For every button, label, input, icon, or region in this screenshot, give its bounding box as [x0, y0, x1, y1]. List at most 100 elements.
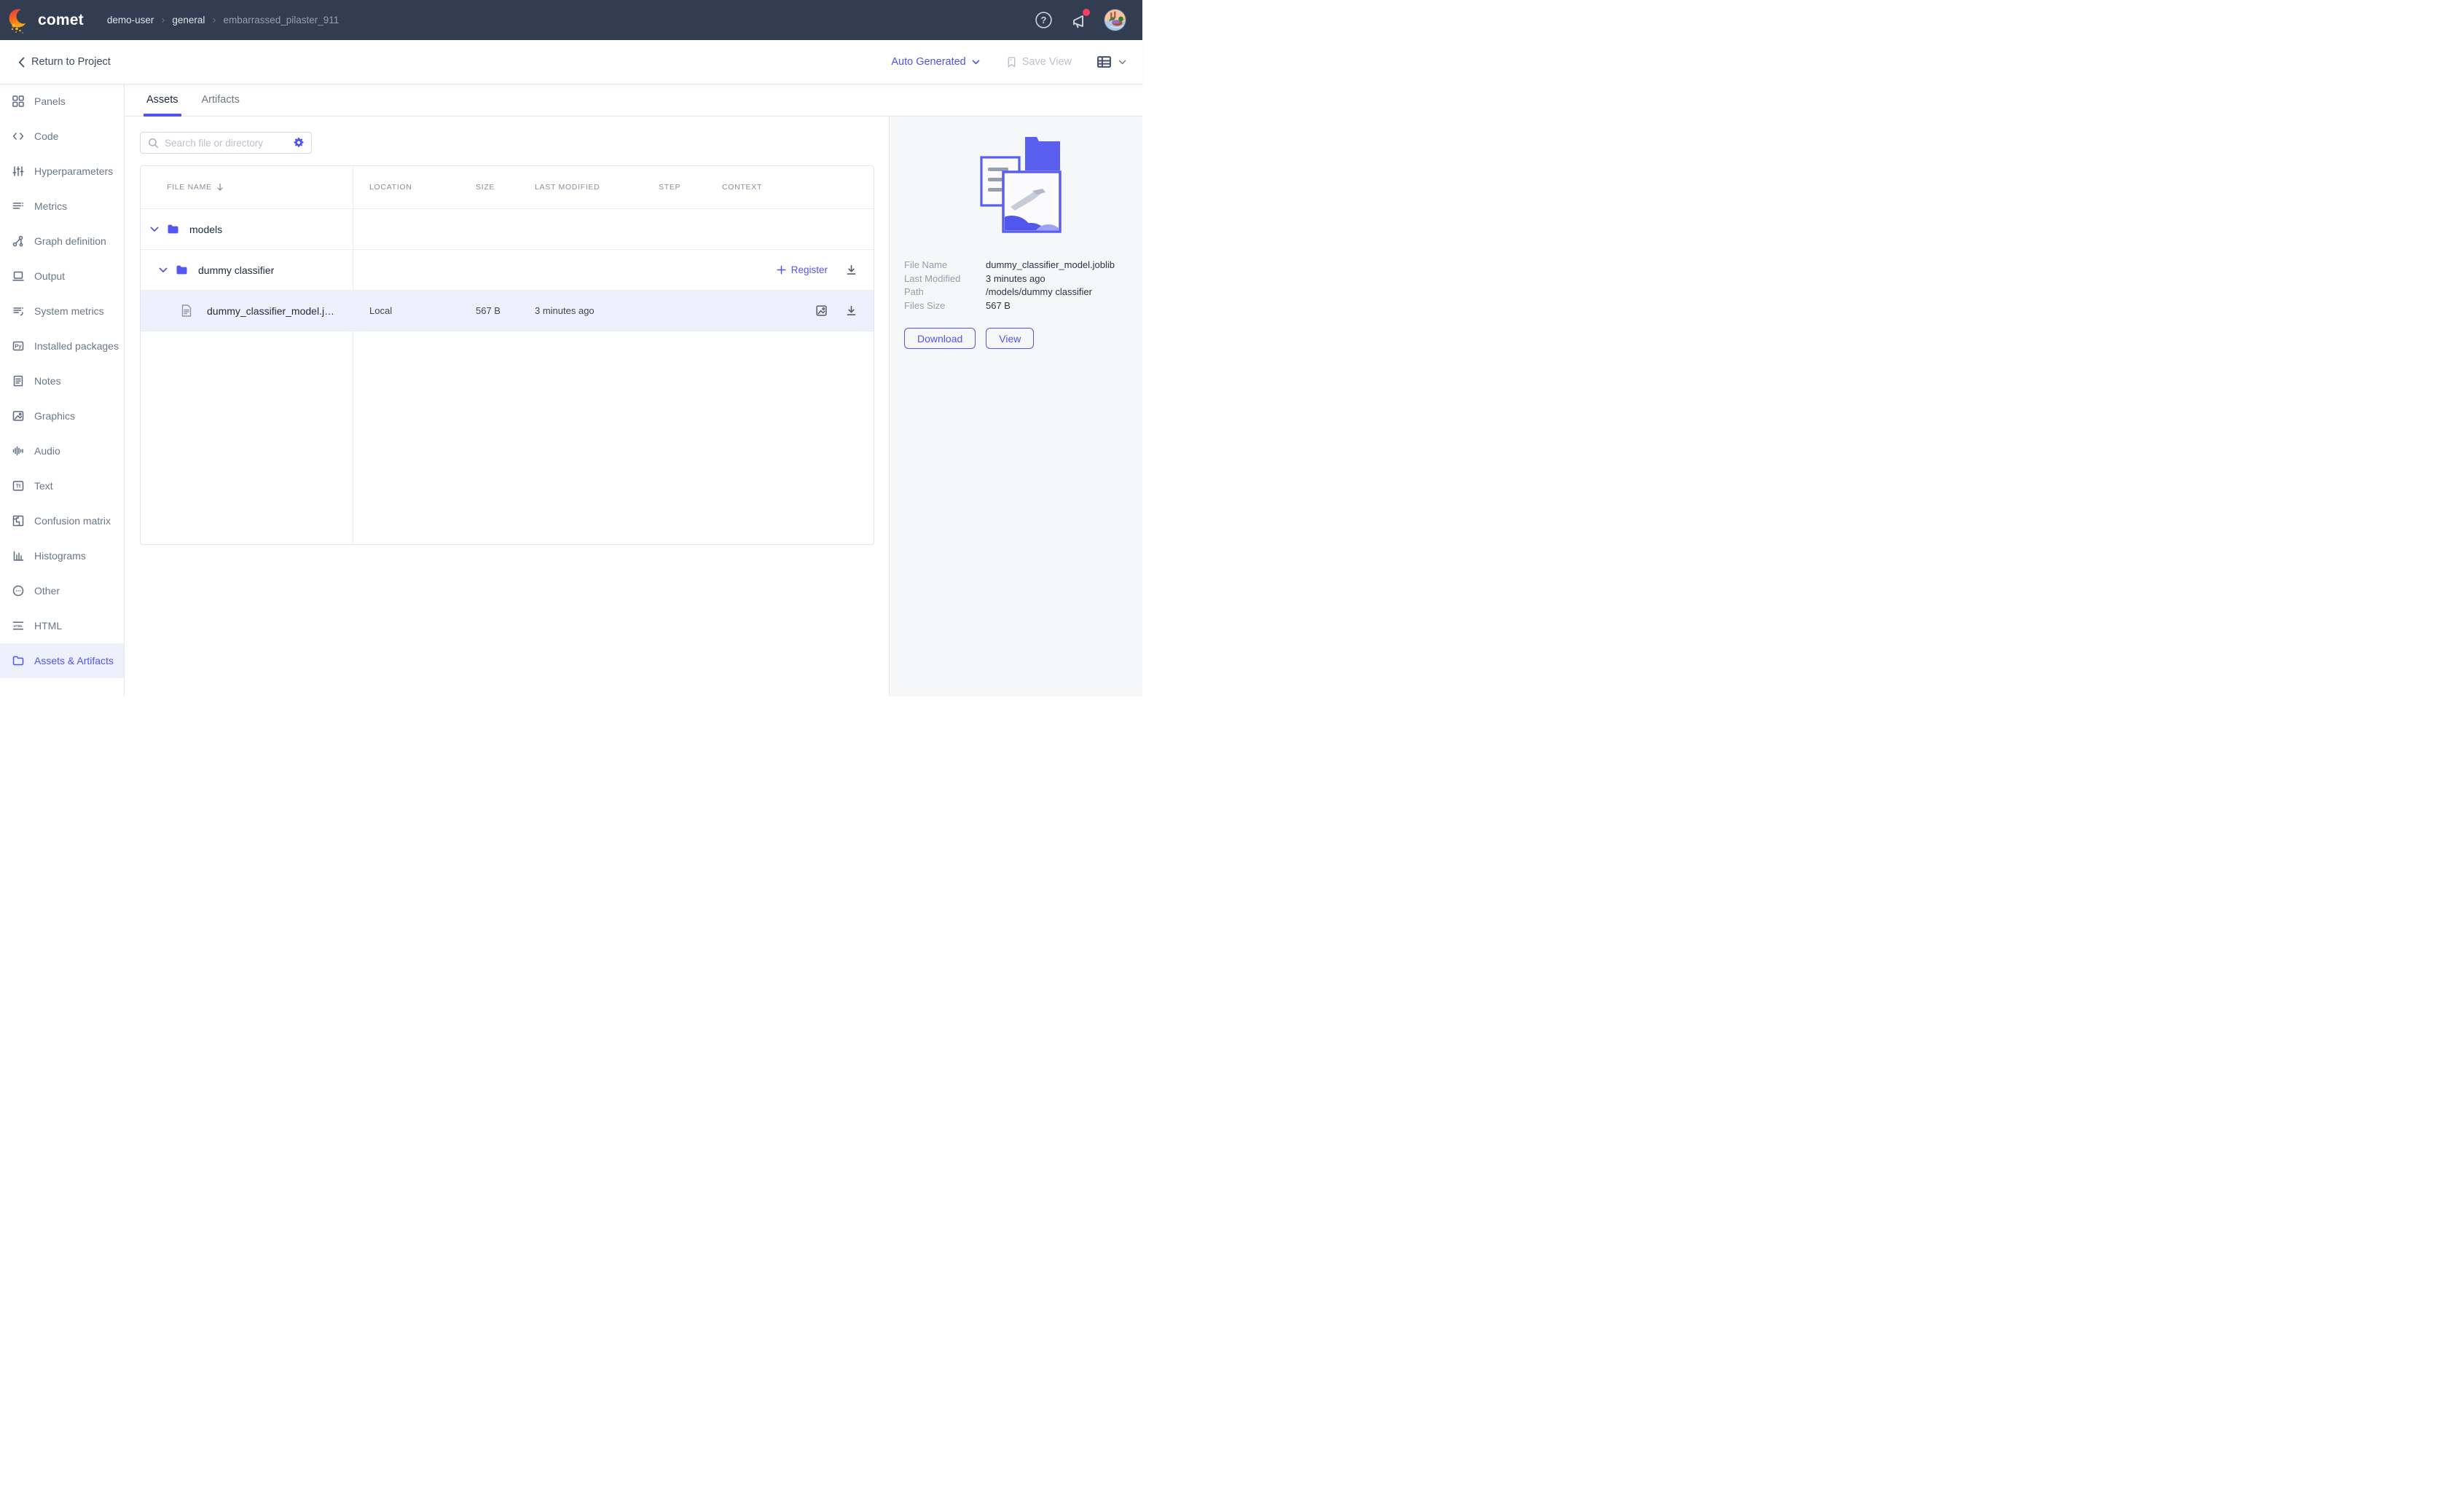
metrics-lines-icon	[12, 200, 25, 213]
file-size: 567 B	[459, 305, 518, 316]
detail-row: File Name dummy_classifier_model.joblib	[904, 260, 1132, 270]
sidebar-item-confusion-matrix[interactable]: Confusion matrix	[0, 503, 124, 538]
experiment-sidebar: Panels Code Hyperparameters Metrics Grap…	[0, 84, 125, 696]
sidebar-item-graphics[interactable]: Graphics	[0, 398, 124, 433]
sidebar-item-label: Audio	[34, 445, 60, 457]
svg-text:HTML: HTML	[14, 624, 23, 628]
secondary-toolbar: Return to Project Auto Generated Save Vi…	[0, 40, 1142, 84]
sidebar-item-label: Code	[34, 130, 58, 142]
folder-name-link[interactable]: models	[189, 224, 222, 235]
sidebar-item-assets-artifacts[interactable]: Assets & Artifacts	[0, 643, 124, 678]
note-icon	[12, 374, 25, 388]
sidebar-item-text[interactable]: Tt Text	[0, 468, 124, 503]
detail-value: dummy_classifier_model.joblib	[986, 260, 1115, 270]
sidebar-item-label: Graphics	[34, 410, 75, 422]
announcements-button[interactable]	[1069, 11, 1088, 30]
file-details-list: File Name dummy_classifier_model.joblib …	[904, 260, 1132, 314]
sidebar-item-system-metrics[interactable]: System metrics	[0, 294, 124, 329]
sidebar-item-graph-definition[interactable]: Graph definition	[0, 224, 124, 259]
system-metrics-icon	[12, 304, 25, 318]
breadcrumb-project[interactable]: general	[172, 15, 205, 25]
table-layout-selector[interactable]	[1096, 55, 1126, 68]
illustration-folder	[1025, 137, 1060, 170]
detail-label: File Name	[904, 260, 986, 270]
python-package-icon: Py	[12, 339, 25, 353]
svg-text:Tt: Tt	[16, 484, 21, 489]
sidebar-item-label: System metrics	[34, 305, 104, 317]
comet-flame-icon	[7, 6, 34, 35]
folder-name-link[interactable]: dummy classifier	[198, 264, 274, 276]
sidebar-item-html[interactable]: HTML HTML	[0, 608, 124, 643]
sidebar-item-audio[interactable]: Audio	[0, 433, 124, 468]
sidebar-item-code[interactable]: Code	[0, 119, 124, 154]
bookmark-icon	[1006, 56, 1017, 68]
user-avatar[interactable]	[1104, 9, 1126, 31]
plus-icon	[777, 265, 786, 275]
comet-logo[interactable]: comet	[7, 6, 84, 35]
back-chevron-icon	[18, 57, 25, 68]
register-model-button[interactable]: Register	[777, 264, 828, 275]
sidebar-item-panels[interactable]: Panels	[0, 84, 124, 119]
ellipsis-circle-icon	[12, 584, 25, 597]
sidebar-item-notes[interactable]: Notes	[0, 363, 124, 398]
sidebar-item-label: Panels	[34, 95, 66, 107]
sidebar-item-label: Text	[34, 480, 53, 492]
confusion-matrix-icon	[12, 514, 25, 527]
search-settings-button[interactable]	[293, 137, 305, 149]
notification-dot	[1083, 9, 1090, 16]
chevron-down-icon	[1118, 60, 1126, 65]
tabs-bar: Assets Artifacts	[125, 84, 1142, 117]
sidebar-item-metrics[interactable]: Metrics	[0, 189, 124, 224]
sidebar-item-other[interactable]: Other	[0, 573, 124, 608]
collapse-chevron-icon[interactable]	[159, 267, 168, 273]
image-icon	[12, 409, 25, 422]
help-button[interactable]: ?	[1034, 11, 1053, 30]
file-name-link[interactable]: dummy_classifier_model.j…	[207, 305, 334, 317]
sidebar-item-label: Output	[34, 270, 65, 282]
sidebar-item-histograms[interactable]: Histograms	[0, 538, 124, 573]
panels-icon	[12, 95, 25, 108]
return-to-project-link[interactable]: Return to Project	[18, 56, 111, 68]
file-last-modified: 3 minutes ago	[518, 305, 642, 316]
folder-icon	[167, 224, 179, 235]
sidebar-item-label: HTML	[34, 620, 62, 632]
view-selector-dropdown[interactable]: Auto Generated	[891, 56, 979, 68]
sidebar-item-output[interactable]: Output	[0, 259, 124, 294]
download-button[interactable]: Download	[904, 328, 976, 349]
view-button[interactable]: View	[986, 328, 1034, 349]
table-row-folder-models: models	[141, 209, 874, 250]
search-input[interactable]	[165, 138, 287, 149]
image-preview-icon	[815, 304, 828, 317]
gear-icon	[293, 137, 305, 149]
tab-artifacts[interactable]: Artifacts	[200, 94, 241, 116]
table-header-row: FILE NAME LOCATION SIZE LAST MODIFIED ST…	[141, 166, 874, 209]
save-view-button[interactable]: Save View	[1006, 56, 1072, 68]
sidebar-item-label: Confusion matrix	[34, 515, 111, 527]
sidebar-item-installed-packages[interactable]: Py Installed packages	[0, 329, 124, 363]
column-header-file-name[interactable]: FILE NAME	[141, 183, 353, 192]
download-folder-button[interactable]	[845, 264, 858, 276]
column-header-size: SIZE	[459, 183, 518, 192]
detail-value: 567 B	[986, 301, 1011, 310]
sidebar-item-label: Hyperparameters	[34, 165, 113, 177]
detail-row: Path /models/dummy classifier	[904, 287, 1132, 296]
detail-value: 3 minutes ago	[986, 274, 1045, 283]
preview-image-button[interactable]	[815, 304, 828, 317]
detail-row: Files Size 567 B	[904, 301, 1132, 310]
tab-assets[interactable]: Assets	[145, 94, 180, 116]
download-file-button[interactable]	[845, 304, 858, 317]
sidebar-item-hyperparameters[interactable]: Hyperparameters	[0, 154, 124, 189]
html-icon: HTML	[12, 619, 25, 632]
collapse-chevron-icon[interactable]	[150, 227, 159, 232]
breadcrumb: demo-user › general › embarrassed_pilast…	[107, 14, 339, 26]
table-row-file-dummy-classifier-model[interactable]: dummy_classifier_model.j… Local 567 B 3 …	[141, 291, 874, 331]
sidebar-item-label: Histograms	[34, 550, 86, 562]
download-icon	[845, 304, 858, 317]
sort-desc-icon	[216, 183, 224, 192]
sliders-icon	[12, 165, 25, 178]
breadcrumb-user[interactable]: demo-user	[107, 15, 154, 25]
return-to-project-label: Return to Project	[31, 56, 111, 68]
sidebar-item-label: Notes	[34, 375, 61, 387]
table-row-folder-dummy-classifier: dummy classifier Register	[141, 250, 874, 291]
text-icon: Tt	[12, 479, 25, 492]
